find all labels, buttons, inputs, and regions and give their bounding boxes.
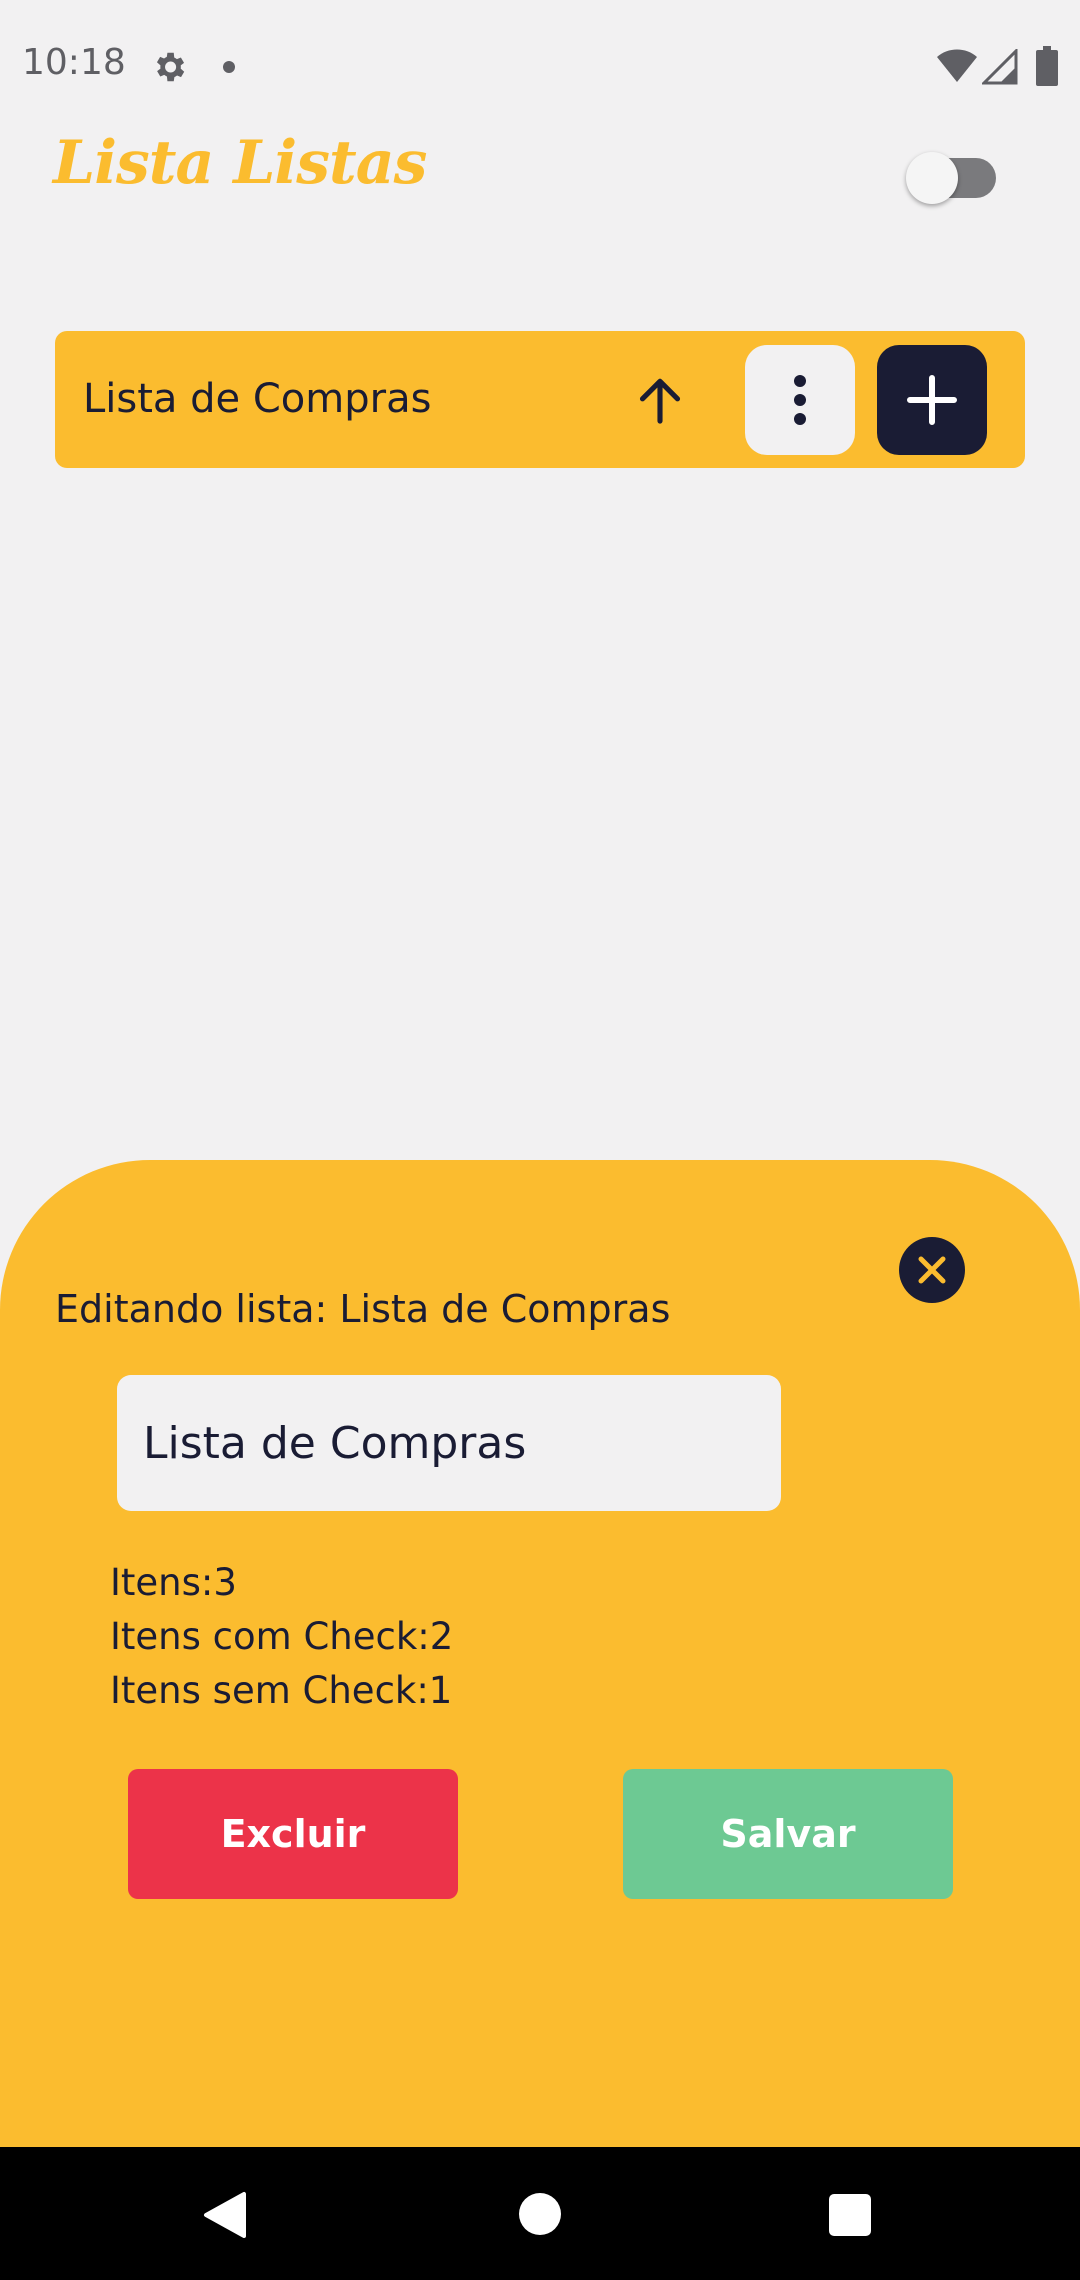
delete-button[interactable]: Excluir bbox=[128, 1769, 458, 1899]
list-name-input[interactable] bbox=[117, 1375, 781, 1511]
checked-items-count: Itens com Check:2 bbox=[110, 1615, 454, 1658]
notification-dot-icon bbox=[223, 61, 235, 73]
close-sheet-button[interactable] bbox=[899, 1237, 965, 1303]
home-icon[interactable] bbox=[519, 2193, 561, 2235]
signal-icon bbox=[982, 49, 1018, 85]
back-icon[interactable] bbox=[202, 2190, 252, 2240]
more-vertical-icon bbox=[794, 375, 806, 425]
close-icon bbox=[918, 1256, 946, 1284]
status-time: 10:18 bbox=[22, 42, 126, 83]
unchecked-items-count: Itens sem Check:1 bbox=[110, 1669, 453, 1712]
items-count: Itens:3 bbox=[110, 1561, 237, 1604]
recents-icon[interactable] bbox=[829, 2194, 871, 2236]
add-item-button[interactable] bbox=[877, 345, 987, 455]
save-button[interactable]: Salvar bbox=[623, 1769, 953, 1899]
wifi-icon bbox=[937, 49, 977, 82]
list-card-title: Lista de Compras bbox=[83, 376, 432, 422]
battery-icon bbox=[1036, 46, 1058, 86]
plus-icon bbox=[907, 375, 957, 425]
arrow-up-icon[interactable] bbox=[632, 372, 688, 428]
theme-toggle-thumb[interactable] bbox=[906, 152, 958, 204]
gear-icon bbox=[156, 52, 185, 82]
list-options-button[interactable] bbox=[745, 345, 855, 455]
app-title: Lista Listas bbox=[53, 128, 427, 198]
edit-sheet-heading: Editando lista: Lista de Compras bbox=[55, 1287, 671, 1331]
